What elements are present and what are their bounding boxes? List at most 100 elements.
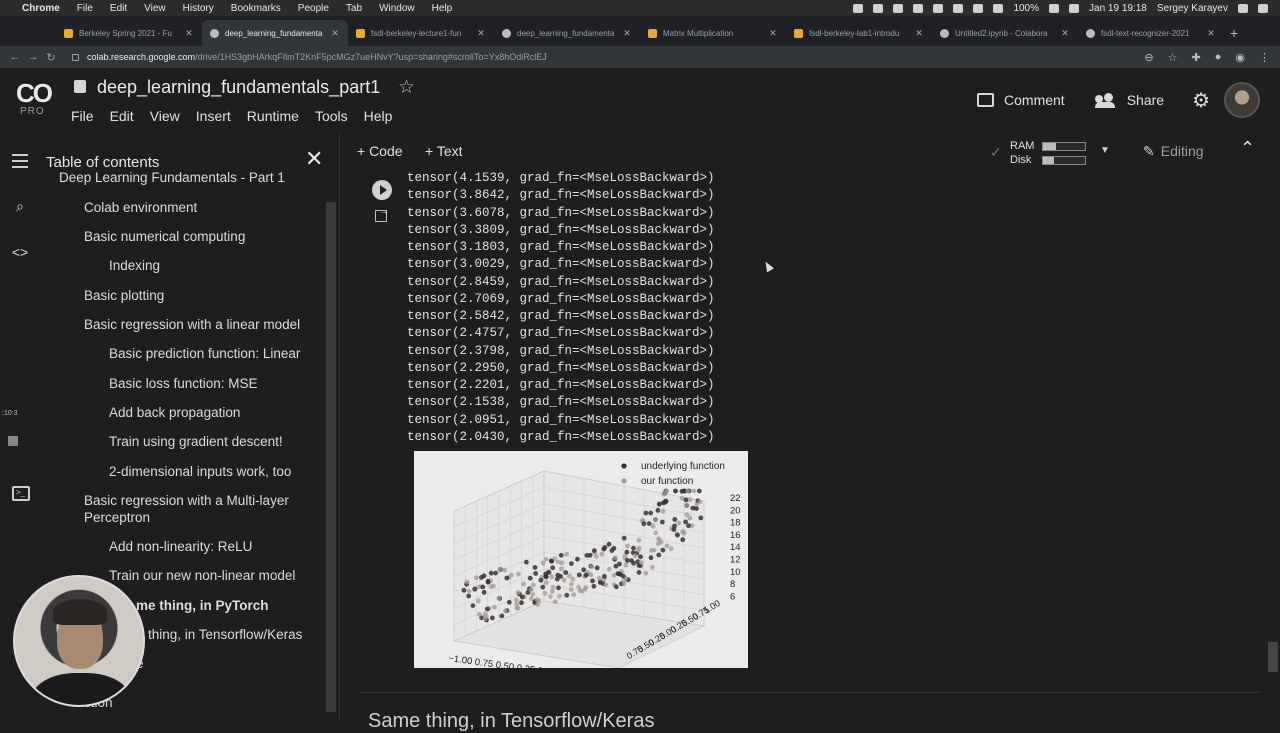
browser-tab[interactable]: Matrix Multiplication ✕ <box>640 20 786 46</box>
add-text-button[interactable]: + Text <box>425 143 463 159</box>
terminal-icon[interactable]: >_ <box>12 486 30 501</box>
close-tab-icon[interactable]: ✕ <box>330 28 340 39</box>
bluetooth-icon[interactable] <box>993 3 1004 13</box>
code-snippets-icon[interactable]: <> <box>10 244 30 260</box>
menu-edit[interactable]: Edit <box>110 108 134 124</box>
url-field[interactable]: colab.research.google.com /drive/1HS3gbH… <box>72 52 547 62</box>
toc-item[interactable]: thing, in Tensorflow/Keras <box>148 627 302 642</box>
battery-percent[interactable]: 100% <box>1013 3 1039 14</box>
back-icon[interactable]: ← <box>6 51 24 63</box>
toc-item[interactable]: Basic plotting <box>84 288 164 303</box>
menu-help[interactable]: Help <box>364 108 393 124</box>
search-icon[interactable]: ⌕ <box>10 198 30 215</box>
extension-icon[interactable]: ● <box>1215 51 1222 63</box>
run-cell-button[interactable] <box>372 180 392 200</box>
toc-item[interactable]: Add back propagation <box>109 405 240 420</box>
close-tab-icon[interactable]: ✕ <box>1206 28 1216 39</box>
close-tab-icon[interactable]: ✕ <box>476 28 486 39</box>
close-tab-icon[interactable]: ✕ <box>914 28 924 39</box>
status-icon[interactable] <box>933 3 944 13</box>
editing-mode-button[interactable]: ✎ Editing <box>1143 143 1204 160</box>
gear-icon[interactable]: ⚙ <box>1192 88 1210 113</box>
status-icon[interactable] <box>893 3 904 13</box>
new-tab-button[interactable]: + <box>1230 20 1238 46</box>
add-code-button[interactable]: + Code <box>357 143 403 159</box>
close-icon[interactable]: ✕ <box>305 146 323 172</box>
avatar[interactable] <box>1224 82 1260 118</box>
menu-tools[interactable]: Tools <box>315 108 348 124</box>
close-tab-icon[interactable]: ✕ <box>1060 28 1070 39</box>
menu-file[interactable]: File <box>71 108 94 124</box>
colab-logo[interactable]: CO PRO <box>16 80 56 120</box>
toc-scrollbar[interactable] <box>326 202 336 712</box>
clock[interactable]: Jan 19 19:18 <box>1089 3 1147 14</box>
toc-item[interactable]: Basic loss function: MSE <box>109 376 258 391</box>
toc-item-active[interactable]: me thing, in PyTorch <box>136 598 269 613</box>
menu-view[interactable]: View <box>150 108 180 124</box>
status-icon[interactable] <box>953 3 964 13</box>
menubar-tab[interactable]: Tab <box>346 3 362 14</box>
close-tab-icon[interactable]: ✕ <box>184 28 194 39</box>
browser-tab[interactable]: fsdl-berkeley-lab1-introdu ✕ <box>786 20 932 46</box>
share-icon[interactable] <box>1094 93 1117 108</box>
zoom-icon[interactable]: ⊖ <box>1144 51 1153 64</box>
user-name[interactable]: Sergey Karayev <box>1157 3 1228 14</box>
menubar-app[interactable]: Chrome <box>22 3 60 14</box>
toc-item[interactable]: Colab environment <box>84 200 197 215</box>
profile-icon[interactable]: ◉ <box>1235 51 1245 64</box>
close-tab-icon[interactable]: ✕ <box>622 28 632 39</box>
browser-tab[interactable]: fsdl-berkeley-lecture1-fun ✕ <box>348 20 494 46</box>
browser-tab[interactable]: fsdl-text-recognizer-2021 ✕ <box>1078 20 1224 46</box>
extension-icon[interactable]: ✚ <box>1192 51 1201 64</box>
reload-icon[interactable]: ↻ <box>42 51 60 64</box>
table-of-contents-icon[interactable] <box>12 154 28 168</box>
wifi-icon[interactable] <box>973 3 984 13</box>
toc-item[interactable]: Basic numerical computing <box>84 229 245 244</box>
status-icon[interactable] <box>873 3 884 13</box>
close-tab-icon[interactable]: ✕ <box>768 28 778 39</box>
toc-item[interactable]: Basic prediction function: Linear <box>109 346 300 361</box>
toc-item[interactable]: 2-dimensional inputs work, too <box>109 464 291 479</box>
control-center-icon[interactable] <box>1258 3 1268 13</box>
chevron-up-icon[interactable]: ⌃ <box>1240 138 1255 159</box>
notebook-title[interactable]: deep_learning_fundamentals_part1 <box>97 77 380 98</box>
more-icon[interactable]: ⋮ <box>1259 51 1270 64</box>
browser-tab[interactable]: Untitled2.ipynb - Colabora ✕ <box>932 20 1078 46</box>
menubar-window[interactable]: Window <box>379 3 415 14</box>
browser-tab[interactable]: Berkeley Spring 2021 - Fu ✕ <box>56 20 202 46</box>
menu-insert[interactable]: Insert <box>196 108 231 124</box>
battery-icon[interactable] <box>1049 3 1060 13</box>
toc-item[interactable]: Add non-linearity: ReLU <box>109 539 252 554</box>
notebook-scrollbar[interactable] <box>1268 642 1278 672</box>
toc-item[interactable]: Train using gradient descent! <box>109 434 283 449</box>
browser-tab[interactable]: deep_learning_fundamenta ✕ <box>494 20 640 46</box>
output-icon[interactable] <box>375 206 389 222</box>
forward-icon[interactable]: → <box>24 51 42 63</box>
flag-icon[interactable] <box>1069 3 1080 13</box>
toc-item[interactable]: Deep Learning Fundamentals - Part 1 <box>59 170 285 185</box>
menubar-history[interactable]: History <box>183 3 214 14</box>
menubar-people[interactable]: People <box>298 3 329 14</box>
cloud-icon[interactable] <box>913 3 924 13</box>
toc-item[interactable]: Basic regression with a Multi-layer <box>84 493 289 508</box>
menubar-file[interactable]: File <box>77 3 93 14</box>
share-button[interactable]: Share <box>1127 92 1164 108</box>
menubar-view[interactable]: View <box>144 3 166 14</box>
status-icon[interactable] <box>853 3 864 13</box>
comment-button[interactable]: Comment <box>1004 92 1065 108</box>
menu-runtime[interactable]: Runtime <box>247 108 299 124</box>
toc-item[interactable]: Perceptron <box>84 510 150 525</box>
menubar-help[interactable]: Help <box>432 3 453 14</box>
browser-tab-active[interactable]: deep_learning_fundamenta ✕ <box>202 20 348 46</box>
ram-disk-indicator[interactable]: ✓ RAM Disk ▼ <box>990 137 1110 167</box>
star-icon[interactable]: ☆ <box>398 76 415 99</box>
files-icon[interactable] <box>8 436 18 446</box>
menubar-edit[interactable]: Edit <box>110 3 127 14</box>
toc-item[interactable]: Train our new non-linear model <box>109 568 295 583</box>
toc-item[interactable]: Indexing <box>109 258 160 273</box>
bookmark-star-icon[interactable]: ☆ <box>1168 51 1178 64</box>
comment-icon[interactable] <box>977 93 995 107</box>
menubar-bookmarks[interactable]: Bookmarks <box>231 3 281 14</box>
search-icon[interactable] <box>1238 3 1248 13</box>
toc-item[interactable]: Basic regression with a linear model <box>84 317 300 332</box>
